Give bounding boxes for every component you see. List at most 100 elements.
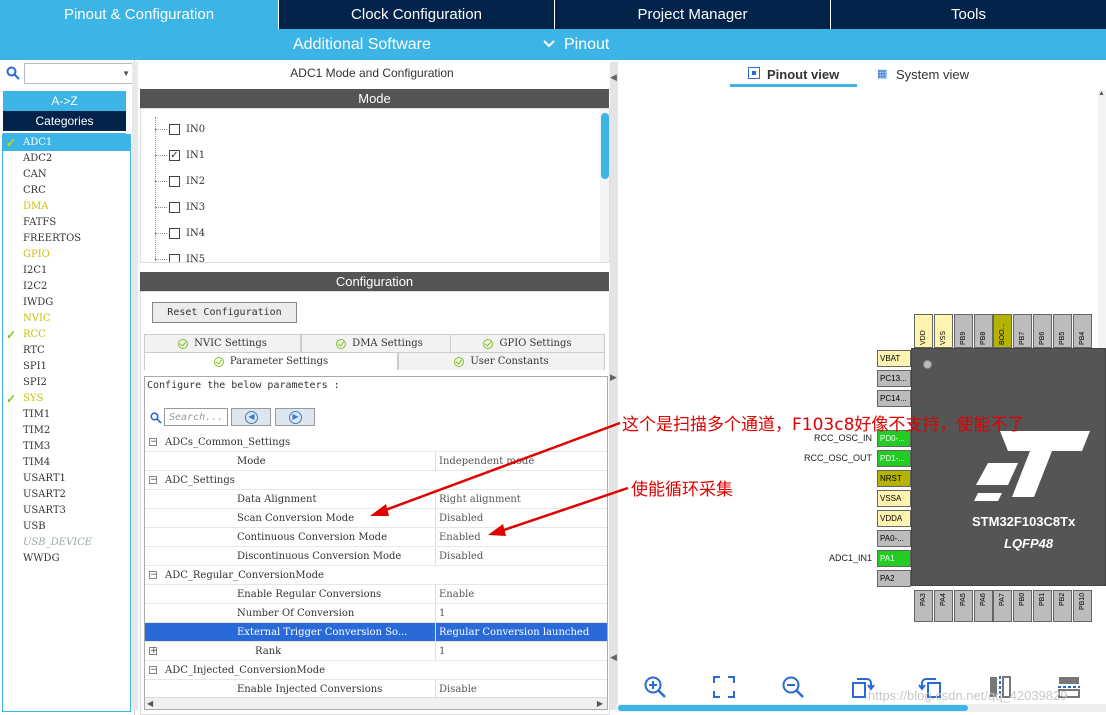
pin-left[interactable]: VBAT [877, 350, 911, 367]
settings-tab[interactable]: Parameter Settings [144, 352, 398, 370]
pin-top[interactable]: VDD [914, 314, 933, 348]
pin-top[interactable]: PB6 [1033, 314, 1052, 348]
param-row[interactable]: Continuous Conversion Mode Enabled [145, 528, 607, 547]
param-value[interactable]: Enable [439, 589, 474, 600]
right-vscrollbar[interactable]: ▲ [1098, 90, 1106, 370]
param-value[interactable]: Disabled [439, 513, 483, 524]
category-item[interactable]: FATFS [3, 215, 130, 231]
pin-top[interactable]: PB8 [974, 314, 993, 348]
pin-bottom[interactable]: PA6 [974, 590, 993, 622]
settings-tab[interactable]: DMA Settings [301, 334, 458, 352]
category-item[interactable]: SPI1 [3, 359, 130, 375]
param-row[interactable]: Scan Conversion Mode Disabled [145, 509, 607, 528]
channel-item[interactable]: IN5 [155, 249, 205, 262]
channel-item[interactable]: ✓ IN1 [155, 145, 205, 165]
param-value[interactable]: Disable [439, 684, 477, 695]
param-value[interactable]: Enabled [439, 532, 481, 543]
pin-bottom[interactable]: PB0 [1013, 590, 1032, 622]
category-item[interactable]: ✓ ADC1 [3, 135, 130, 151]
category-item[interactable]: ✓ RCC [3, 327, 130, 343]
category-item[interactable]: FREERTOS [3, 231, 130, 247]
next-match-button[interactable]: ▶ [275, 408, 315, 426]
param-value[interactable]: 1 [439, 608, 445, 619]
param-row[interactable]: External Trigger Conversion So... Regular… [145, 623, 607, 642]
category-item[interactable]: I2C1 [3, 263, 130, 279]
category-item[interactable]: CRC [3, 183, 130, 199]
pin-left[interactable]: PD1-... [877, 450, 911, 467]
collapse-icon[interactable]: − [149, 438, 158, 447]
additional-software-button[interactable]: Additional Software [293, 36, 431, 54]
collapse-right-handle[interactable]: ◀ ▶ ◀ [610, 62, 618, 710]
pin-top[interactable]: PB7 [1013, 314, 1032, 348]
pin-top[interactable]: VSS [934, 314, 953, 348]
category-item[interactable]: NVIC [3, 311, 130, 327]
category-item[interactable]: RTC [3, 343, 130, 359]
tab-project-manager[interactable]: Project Manager [555, 0, 831, 29]
pin-bottom[interactable]: PB10 [1073, 590, 1092, 622]
mode-scroll-thumb[interactable] [601, 113, 609, 179]
prev-match-button[interactable]: ◀ [231, 408, 271, 426]
settings-tab[interactable]: GPIO Settings [450, 334, 605, 352]
category-item[interactable]: WWDG [3, 551, 130, 567]
pin-left[interactable]: PC13... [877, 370, 911, 387]
channel-checkbox[interactable]: ✓ [169, 149, 180, 161]
param-group[interactable]: − ADC_Injected_ConversionMode [145, 661, 607, 680]
channel-item[interactable]: IN0 [155, 119, 205, 139]
category-item[interactable]: USB [3, 519, 130, 535]
category-item[interactable]: TIM4 [3, 455, 130, 471]
param-row[interactable]: Enable Regular Conversions Enable [145, 585, 607, 604]
category-item[interactable]: GPIO [3, 247, 130, 263]
param-group[interactable]: − ADC_Settings [145, 471, 607, 490]
pin-bottom[interactable]: PA4 [934, 590, 953, 622]
category-item[interactable]: USART3 [3, 503, 130, 519]
tab-clock-configuration[interactable]: Clock Configuration [279, 0, 555, 29]
scroll-up-icon[interactable]: ▲ [1098, 90, 1105, 97]
category-item[interactable]: DMA [3, 199, 130, 215]
category-item[interactable]: ✓ SYS [3, 391, 130, 407]
category-item[interactable]: TIM1 [3, 407, 130, 423]
params-search-input[interactable]: Search... [164, 408, 228, 426]
pin-left[interactable]: VSSA [877, 490, 911, 507]
category-item[interactable]: I2C2 [3, 279, 130, 295]
pin-bottom[interactable]: PA3 [914, 590, 933, 622]
param-group[interactable]: − ADCs_Common_Settings [145, 433, 607, 452]
pin-left[interactable]: PA1 [877, 550, 911, 567]
categories-button[interactable]: Categories [3, 111, 126, 131]
pinout-view-tab[interactable]: Pinout view [730, 63, 857, 87]
category-item[interactable]: USART2 [3, 487, 130, 503]
pin-bottom[interactable]: PB2 [1053, 590, 1072, 622]
pin-top[interactable]: BOO... [993, 314, 1012, 348]
system-view-tab[interactable]: ▦ System view [874, 63, 984, 87]
mode-scrollbar[interactable] [600, 109, 609, 262]
right-hscroll-thumb[interactable] [618, 705, 968, 711]
channel-checkbox[interactable] [169, 227, 180, 239]
param-row[interactable]: + Rank 1 [145, 642, 607, 661]
category-item[interactable]: USB_DEVICE [3, 535, 130, 551]
category-item[interactable]: CAN [3, 167, 130, 183]
param-row[interactable]: Mode Independent mode [145, 452, 607, 471]
pin-left[interactable]: PA2 [877, 570, 911, 587]
category-item[interactable]: ADC2 [3, 151, 130, 167]
param-value[interactable]: Disabled [439, 551, 483, 562]
pin-left[interactable]: PC14... [877, 390, 911, 407]
category-item[interactable]: USART1 [3, 471, 130, 487]
pin-bottom[interactable]: PA7 [993, 590, 1012, 622]
param-row[interactable]: Data Alignment Right alignment [145, 490, 607, 509]
dropdown-arrow-icon[interactable]: ▼ [122, 69, 130, 78]
pin-top[interactable]: PB4 [1073, 314, 1092, 348]
fit-screen-icon[interactable] [711, 674, 737, 700]
pinout-menu-button[interactable]: Pinout [564, 36, 609, 54]
sort-az-button[interactable]: A->Z [3, 91, 126, 111]
scroll-right-icon[interactable]: ▶ [597, 699, 603, 708]
param-value[interactable]: Regular Conversion launched [439, 627, 589, 638]
collapse-icon[interactable]: − [149, 476, 158, 485]
pin-top[interactable]: PB5 [1053, 314, 1072, 348]
tab-pinout-configuration[interactable]: Pinout & Configuration [0, 0, 279, 29]
pin-left[interactable]: NRST [877, 470, 911, 487]
category-item[interactable]: TIM3 [3, 439, 130, 455]
channel-checkbox[interactable] [169, 201, 180, 213]
category-search-input[interactable]: ▼ [24, 63, 134, 84]
category-item[interactable]: TIM2 [3, 423, 130, 439]
pin-left[interactable]: PA0-... [877, 530, 911, 547]
scroll-left-icon[interactable]: ◀ [147, 699, 153, 708]
